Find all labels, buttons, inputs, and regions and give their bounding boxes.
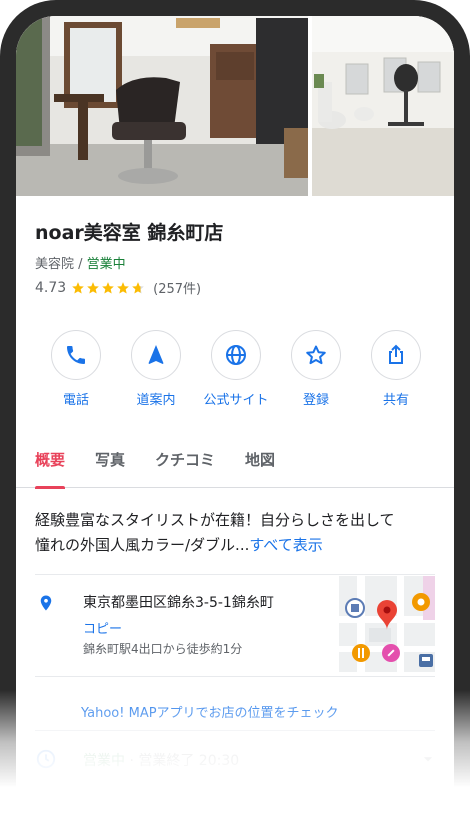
star-full-icon — [117, 281, 130, 294]
clock-icon — [36, 749, 56, 769]
divider — [35, 730, 435, 731]
phone-frame: noar美容室 錦糸町店 美容院 / 営業中 4.73 (257件) 電話 道案… — [0, 0, 470, 820]
directions-circle[interactable] — [131, 330, 181, 380]
hours-open-status: 営業中 — [83, 753, 125, 769]
share-label: 共有 — [382, 393, 409, 408]
save-circle[interactable] — [291, 330, 341, 380]
call-label: 電話 — [62, 393, 89, 408]
mini-map[interactable] — [339, 576, 435, 672]
station-access: 錦糸町駅4出口から徒歩約1分 — [83, 642, 243, 656]
open-status: 営業中 — [86, 257, 126, 272]
share-icon — [389, 344, 403, 364]
category-label: 美容院 — [35, 257, 75, 272]
rating-value: 4.73 — [35, 279, 67, 296]
salon-photo-main[interactable] — [16, 16, 308, 196]
hours-text: 営業中 · 営業終了 20:30 — [83, 750, 239, 770]
globe-icon — [226, 345, 246, 365]
tab-photos[interactable]: 写真 — [95, 446, 125, 488]
save-button[interactable]: 登録 — [276, 330, 356, 408]
description-line-2: 憧れの外国人風カラー/ダブル... — [35, 536, 250, 554]
business-info: noar美容室 錦糸町店 美容院 / 営業中 4.73 (257件) — [35, 220, 435, 297]
website-label: 公式サイト — [203, 393, 269, 408]
tab-reviews[interactable]: クチコミ — [155, 446, 215, 488]
star-full-icon — [87, 281, 100, 294]
rating-stars — [71, 281, 146, 295]
category-status: 美容院 / 営業中 — [35, 256, 435, 274]
website-button[interactable]: 公式サイト — [196, 330, 276, 408]
call-button[interactable]: 電話 — [36, 330, 116, 408]
chevron-down-icon[interactable] — [421, 752, 435, 766]
show-all-link[interactable]: すべて表示 — [249, 536, 322, 554]
rating-row[interactable]: 4.73 (257件) — [35, 278, 435, 298]
website-circle[interactable] — [211, 330, 261, 380]
description-line-2-row: 憧れの外国人風カラー/ダブル...すべて表示 — [35, 533, 435, 558]
address-text: 東京都墨田区錦糸3-5-1錦糸町 — [83, 595, 274, 611]
business-name: noar美容室 錦糸町店 — [35, 222, 224, 244]
copy-address-link[interactable]: コピー — [83, 618, 122, 637]
divider — [35, 676, 435, 677]
share-circle[interactable] — [371, 330, 421, 380]
tab-map[interactable]: 地図 — [245, 446, 275, 488]
star-full-icon — [72, 281, 85, 294]
call-circle[interactable] — [51, 330, 101, 380]
salon-photo-side[interactable] — [312, 16, 454, 196]
star-partial-icon — [132, 281, 145, 294]
review-count[interactable]: (257件) — [153, 278, 201, 297]
save-label: 登録 — [302, 393, 329, 408]
tab-bar: 概要 写真 クチコミ 地図 — [16, 446, 454, 489]
description-line-1: 経験豊富なスタイリストが在籍！自分らしさを出して — [35, 511, 395, 529]
hours-closing: 営業終了 20:30 — [138, 753, 240, 769]
description: 経験豊富なスタイリストが在籍！自分らしさを出して 憧れの外国人風カラー/ダブル.… — [35, 508, 435, 558]
directions-label: 道案内 — [136, 393, 176, 408]
hours-dot: · — [125, 753, 139, 769]
share-button[interactable]: 共有 — [356, 330, 436, 408]
location-pin-icon — [40, 595, 52, 611]
star-full-icon — [102, 281, 115, 294]
action-bar: 電話 道案内 公式サイト 登録 共有 — [36, 330, 436, 408]
meta-separator: / — [74, 257, 87, 272]
navigation-arrow-icon — [148, 345, 164, 364]
hours-row[interactable]: 営業中 · 営業終了 20:30 — [35, 744, 435, 774]
star-outline-icon — [306, 345, 326, 365]
screen: noar美容室 錦糸町店 美容院 / 営業中 4.73 (257件) 電話 道案… — [16, 16, 454, 820]
phone-icon — [67, 346, 85, 364]
yahoo-map-link[interactable]: Yahoo! MAPアプリでお店の位置をチェック — [81, 702, 339, 721]
directions-button[interactable]: 道案内 — [116, 330, 196, 408]
tab-overview[interactable]: 概要 — [35, 446, 66, 489]
address-section: 東京都墨田区錦糸3-5-1錦糸町 コピー 錦糸町駅4出口から徒歩約1分 — [35, 574, 435, 674]
photo-gallery[interactable] — [16, 16, 454, 196]
